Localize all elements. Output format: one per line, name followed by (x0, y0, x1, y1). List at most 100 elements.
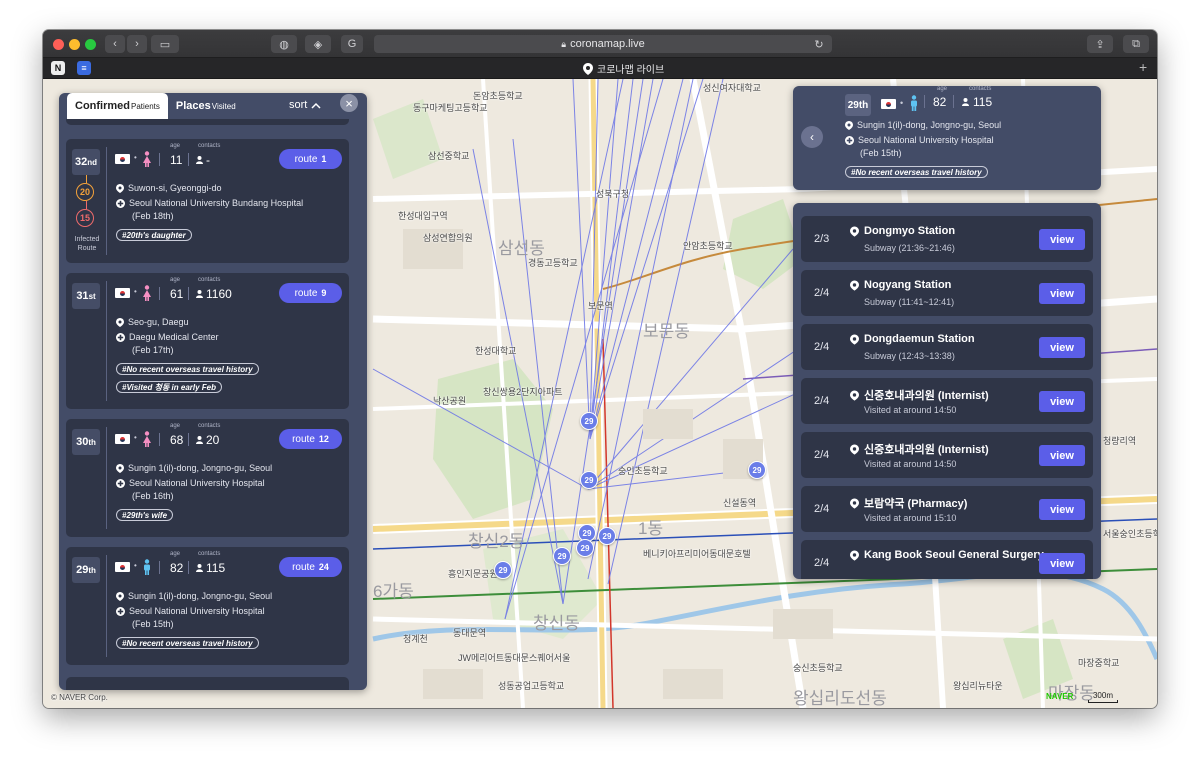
infector-badge[interactable]: 15 (76, 209, 94, 227)
visit-date: 2/4 (814, 557, 830, 569)
zoom-window-button[interactable] (85, 39, 96, 50)
card-partial (66, 119, 349, 125)
visit-item[interactable]: 2/3 Dongmyo Station Subway (21:36~21:46)… (801, 216, 1093, 262)
patient-tag: #No recent overseas travel history (116, 363, 259, 375)
map-label: 숭인초등학교 (618, 466, 668, 476)
view-button[interactable]: view (1039, 283, 1085, 304)
age-label: age (170, 551, 181, 557)
route-button[interactable]: route 1 (279, 149, 342, 169)
visit-date: 2/4 (814, 341, 830, 353)
map-label: 동대문역 (453, 628, 487, 638)
contacts-label: contacts (198, 551, 221, 557)
patient-card[interactable]: 31st • age 61 contacts 1160 route 9 Seo-g… (66, 273, 349, 409)
visit-item[interactable]: 2/4 Dongdaemun Station Subway (12:43~13:… (801, 324, 1093, 370)
view-button[interactable]: view (1039, 391, 1085, 412)
back-arrow-icon[interactable]: ‹ (801, 126, 823, 148)
map-scale: 300m (1088, 691, 1118, 703)
map-label: 창신쌍용2단지아파트 (483, 387, 563, 397)
case-pin[interactable]: 29 (580, 471, 598, 489)
sort-button[interactable]: sort (289, 99, 321, 111)
female-icon (143, 151, 151, 167)
case-pin[interactable]: 29 (580, 412, 598, 430)
grammarly-icon[interactable]: G (341, 35, 363, 53)
visit-item[interactable]: 2/4 보람약국 (Pharmacy) Visited at around 15… (801, 486, 1093, 532)
location-pin-icon (845, 120, 853, 130)
location-pin-icon (850, 333, 859, 345)
case-pin[interactable]: 29 (598, 527, 616, 545)
tab-places-visited[interactable]: Places Visited (168, 93, 244, 119)
location-pin-icon (850, 443, 859, 455)
close-window-button[interactable] (53, 39, 64, 50)
location-pin-icon (850, 225, 859, 237)
case-pin[interactable]: 29 (494, 561, 512, 579)
pinned-tab-notion[interactable]: N (51, 61, 65, 75)
active-tab[interactable]: 코로나맵 라이브 (583, 61, 664, 76)
browser-titlebar: ‹ › ▭ ◍ ◈ G 🔒︎ coronamap.live ↻ ⇪ ⧉ (43, 30, 1157, 58)
pinned-tab-icon[interactable]: ≡ (77, 61, 91, 75)
map-label: 6가동 (373, 582, 414, 601)
patient-number: 29th (72, 557, 100, 583)
case-pin[interactable]: 29 (748, 461, 766, 479)
map-label: 성신여자대학교 (703, 83, 761, 93)
contacts-label: contacts (198, 277, 221, 283)
map-label: 성북구청 (596, 189, 630, 199)
location-pin-icon (116, 591, 124, 601)
view-button[interactable]: view (1039, 229, 1085, 250)
tab-bar: N ≡ 코로나맵 라이브 + (43, 58, 1157, 79)
case-pin[interactable]: 29 (576, 539, 594, 557)
tabs-overview-icon[interactable]: ⧉ (1123, 35, 1149, 53)
sidebar-toggle-icon[interactable]: ▭ (151, 35, 179, 53)
map-label: 삼선중학교 (428, 151, 470, 161)
female-icon (143, 431, 151, 447)
visit-item[interactable]: 2/4 신중호내과의원 (Internist) Visited at aroun… (801, 432, 1093, 478)
map-label: 동구마케팅고등학교 (413, 103, 488, 113)
contacts-label: contacts (969, 86, 992, 92)
reload-icon[interactable]: ↻ (810, 35, 828, 53)
route-button[interactable]: route 12 (279, 429, 342, 449)
korea-flag-icon (115, 288, 130, 298)
patient-number: 32nd (72, 149, 100, 175)
visit-item[interactable]: 2/4 Kang Book Seoul General Surgery view (801, 540, 1093, 579)
visit-detail: Subway (11:41~12:41) (864, 297, 955, 307)
patient-card[interactable]: 32nd • age 11 contacts - route 1 Suwon-si… (66, 139, 349, 263)
tab-confirmed-patients[interactable]: Confirmed Patients (67, 93, 168, 119)
infector-badge[interactable]: 20 (76, 183, 94, 201)
share-icon[interactable]: ⇪ (1087, 35, 1113, 53)
hospital-line: Seoul National University Hospital (116, 478, 265, 488)
map-label: 청계천 (403, 634, 428, 644)
patient-card[interactable]: 29th • age 82 contacts 115 route 24 Sungi… (66, 547, 349, 665)
view-button[interactable]: view (1039, 499, 1085, 520)
forward-arrow-icon[interactable]: › (127, 35, 147, 53)
route-button[interactable]: route 9 (279, 283, 342, 303)
visit-item[interactable]: 2/4 신중호내과의원 (Internist) Visited at aroun… (801, 378, 1093, 424)
location-pin-icon (116, 317, 124, 327)
visit-detail: Subway (21:36~21:46) (864, 243, 955, 253)
new-tab-button[interactable]: + (1139, 59, 1147, 75)
visited-places-panel: 2/3 Dongmyo Station Subway (21:36~21:46)… (793, 203, 1101, 579)
privacy-report-icon[interactable]: ◍ (271, 35, 297, 53)
route-button[interactable]: route 24 (279, 557, 342, 577)
patient-card[interactable]: 30th • age 68 contacts 20 route 12 Sungin… (66, 419, 349, 537)
age-value: 68 (170, 433, 184, 447)
address-bar[interactable]: 🔒︎ coronamap.live (374, 35, 832, 53)
visit-place: Dongdaemun Station (850, 333, 975, 345)
url-text: coronamap.live (570, 38, 645, 50)
minimize-window-button[interactable] (69, 39, 80, 50)
patient-number: 30th (72, 429, 100, 455)
view-button[interactable]: view (1039, 445, 1085, 466)
panel-tabs: Confirmed Patients Places Visited (67, 93, 244, 121)
shield-icon[interactable]: ◈ (305, 35, 331, 53)
map-label: JW메리어트동대문스퀘어서울 (458, 653, 571, 663)
view-button[interactable]: view (1039, 337, 1085, 358)
visit-item[interactable]: 2/4 Nogyang Station Subway (11:41~12:41)… (801, 270, 1093, 316)
map-view[interactable]: 삼선동 창신2동 보문동 1동 6가동 창신동 마장동 왕십리도선동 동대문역 … (43, 79, 1157, 708)
close-icon[interactable]: × (340, 94, 358, 112)
visit-date: 2/4 (814, 503, 830, 515)
confirmed-panel: Confirmed Patients Places Visited sort × 3… (59, 93, 367, 690)
map-label: 안암초등학교 (683, 241, 733, 251)
case-pin[interactable]: 29 (553, 547, 571, 565)
contacts-icon (196, 564, 203, 572)
view-button[interactable]: view (1039, 553, 1085, 574)
patient-detail-panel: ‹ 29th • age 82 contacts 115 Sungin 1(il… (793, 86, 1101, 190)
back-arrow-icon[interactable]: ‹ (105, 35, 125, 53)
